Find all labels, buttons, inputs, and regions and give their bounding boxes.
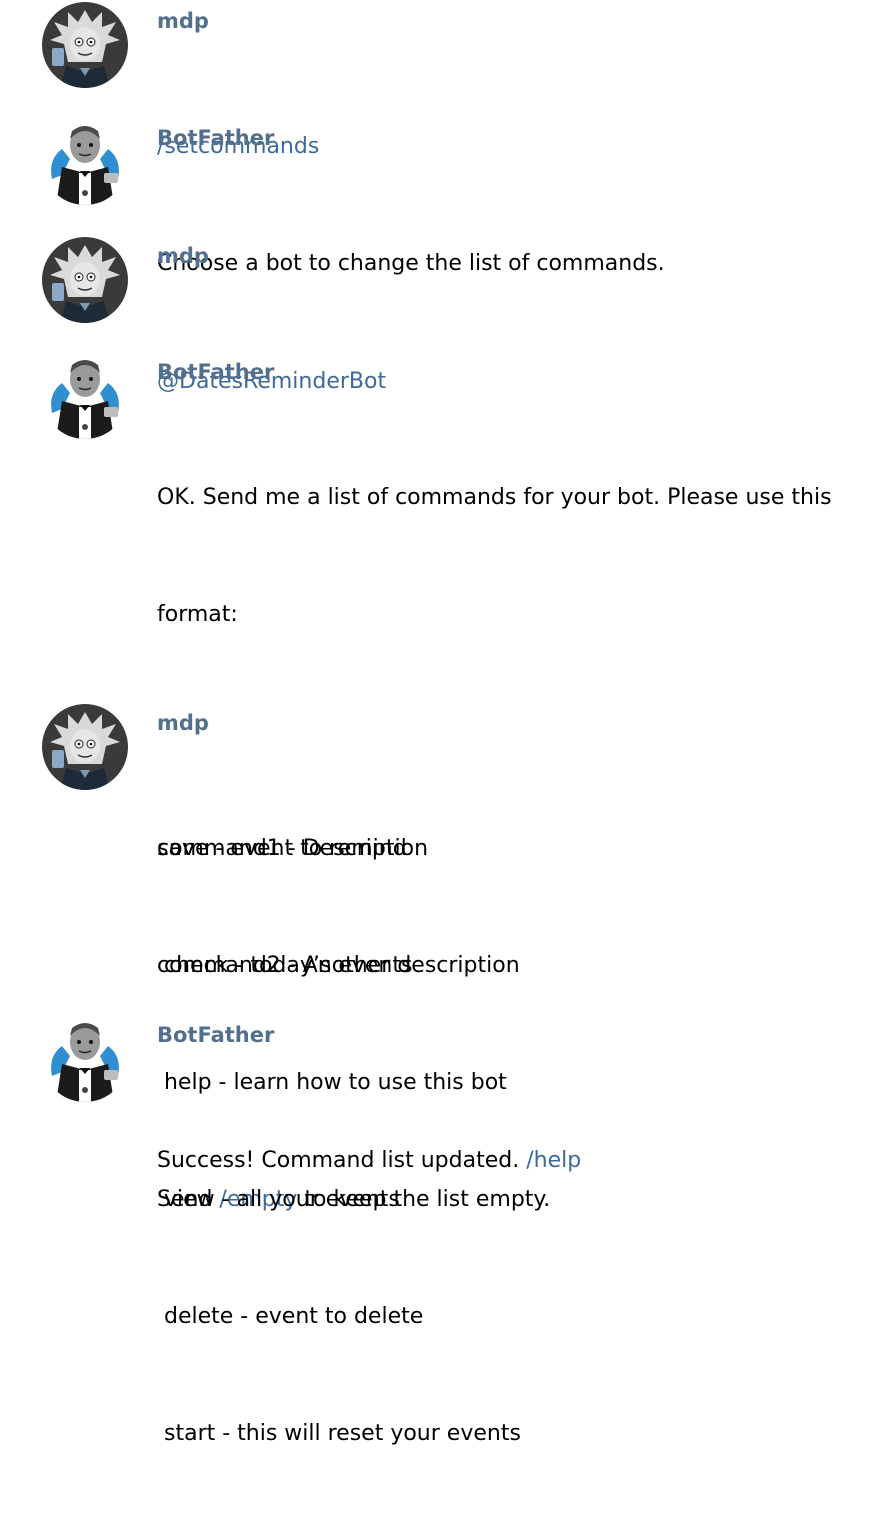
rick-avatar-icon[interactable] xyxy=(42,704,128,790)
message-line: save - event to remind xyxy=(157,836,407,861)
rick-avatar-icon[interactable] xyxy=(42,237,128,323)
message-text: Success! Command list updated. /help xyxy=(157,1063,877,1258)
message-author[interactable]: BotFather xyxy=(157,357,877,387)
botfather-avatar-icon[interactable] xyxy=(42,119,128,205)
message-line: Success! Command list updated. /help xyxy=(157,1141,877,1180)
botfather-avatar-icon[interactable] xyxy=(42,1016,128,1102)
message-author[interactable]: mdp xyxy=(157,6,877,36)
message-line: delete - event to delete xyxy=(157,1304,424,1329)
rick-avatar-icon[interactable] xyxy=(42,2,128,88)
message-author[interactable]: BotFather xyxy=(157,1020,877,1050)
message-line: format: xyxy=(157,602,238,627)
message-line: OK. Send me a list of commands for your … xyxy=(157,485,832,510)
message-line: start - this will reset your events xyxy=(157,1421,521,1446)
message-line: check - today’s events xyxy=(157,953,413,978)
message-author[interactable]: mdp xyxy=(157,708,877,738)
command-link[interactable]: /help xyxy=(526,1148,581,1173)
message-author[interactable]: BotFather xyxy=(157,123,877,153)
message-author[interactable]: mdp xyxy=(157,241,877,271)
message-text-segment: Success! Command list updated. xyxy=(157,1148,527,1173)
botfather-avatar-icon[interactable] xyxy=(42,353,128,439)
message-content: BotFather Success! Command list updated.… xyxy=(157,1016,877,1258)
